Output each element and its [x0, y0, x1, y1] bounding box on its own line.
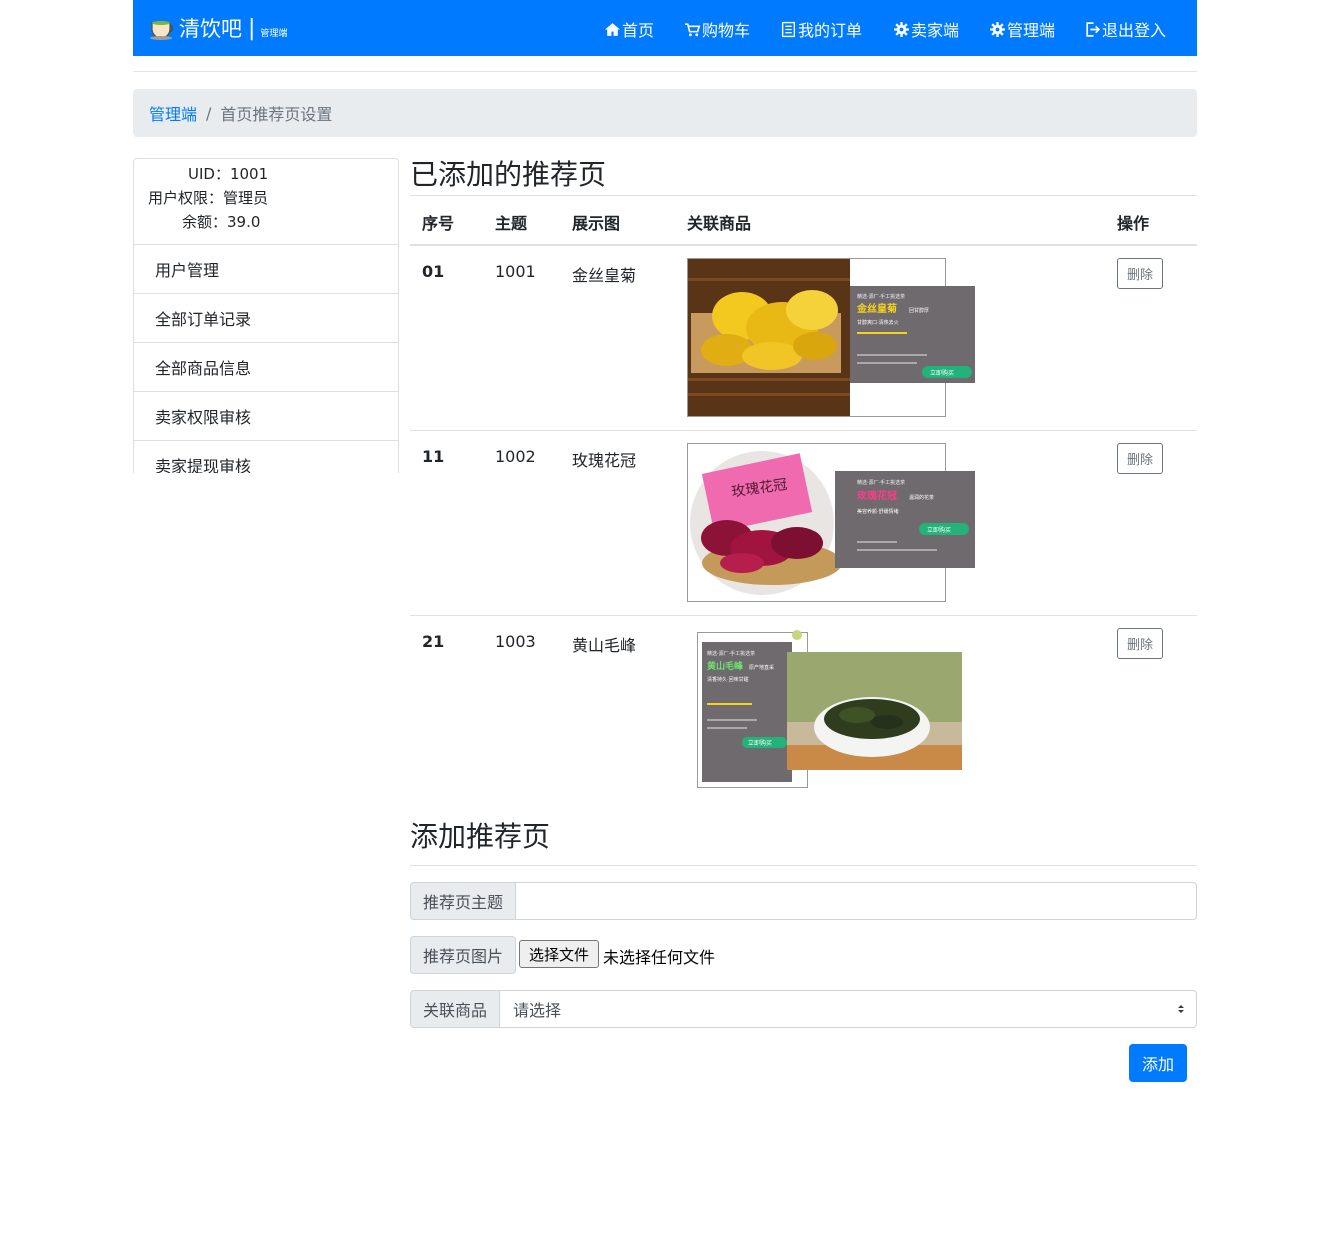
- banner-desc: 清香持久·回味甘甜: [707, 676, 749, 683]
- select-caret-icon: [1178, 1005, 1184, 1013]
- row-product: 玫瑰花冠: [572, 451, 637, 470]
- banner-line1: 精选·源厂·手工挑选茶: [857, 479, 905, 486]
- product-select[interactable]: 请选择: [499, 990, 1197, 1028]
- add-button[interactable]: 添加: [1129, 1044, 1187, 1082]
- brand-separator: |: [248, 15, 256, 41]
- row-theme: 1003: [495, 632, 536, 651]
- banner-product-name: 金丝皇菊: [856, 302, 897, 315]
- brand-subtitle: 管理端: [260, 28, 288, 39]
- brand-logo[interactable]: 清饮吧 | 管理端: [149, 10, 287, 46]
- banner-desc: 甘醇爽口·清热去火: [857, 319, 899, 326]
- delete-button[interactable]: 删除: [1117, 443, 1163, 474]
- table-header-divider: [410, 244, 1197, 246]
- form-section-title: 添加推荐页: [410, 820, 551, 853]
- banner-image-chrysanthemum: 精选·源厂·手工挑选茶 金丝皇菊 回甘醇厚 甘醇爽口·清热去火 立即购买: [687, 258, 975, 417]
- nav-my-orders-label: 我的订单: [798, 21, 863, 40]
- list-title-divider: [410, 195, 1197, 196]
- user-balance: 余额：39.0: [182, 213, 261, 231]
- banner-tag: 原产地直采: [749, 664, 774, 671]
- nav-cart-label: 购物车: [702, 21, 751, 40]
- product-select-value: 请选择: [513, 1001, 562, 1020]
- user-role: 用户权限：管理员: [148, 189, 269, 207]
- sidebar: UID：1001 用户权限：管理员 余额：39.0 用户管理 全部订单记录 全部…: [133, 158, 399, 473]
- banner-desc: 美容养颜·舒缓情绪: [857, 508, 899, 515]
- theme-input[interactable]: [515, 882, 1197, 920]
- sidebar-item-all-products[interactable]: 全部商品信息: [133, 342, 399, 392]
- image-field-label: 推荐页图片: [410, 936, 516, 974]
- list-section-title: 已添加的推荐页: [410, 158, 607, 191]
- delete-button[interactable]: 删除: [1117, 258, 1163, 289]
- banner-image-rose: 玫瑰花冠 精选·源厂·手工挑选茶 玫瑰花冠 温润的花茶 美容养颜·舒缓情绪 立即…: [687, 443, 975, 602]
- theme-field-label: 推荐页主题: [410, 882, 516, 920]
- banner-buy-label: 立即购买: [927, 526, 951, 534]
- col-header-product: 关联商品: [687, 214, 752, 233]
- row-divider: [410, 615, 1197, 616]
- nav-logout[interactable]: 退出登入: [1084, 17, 1166, 41]
- form-title-divider: [410, 865, 1197, 866]
- nav-logout-label: 退出登入: [1102, 21, 1167, 40]
- file-status-text: 未选择任何文件: [603, 948, 716, 967]
- sidebar-item-user-management[interactable]: 用户管理: [133, 244, 399, 294]
- row-theme: 1002: [495, 447, 536, 466]
- row-index: 11: [422, 447, 445, 466]
- row-divider: [410, 430, 1197, 431]
- sidebar-item-withdraw-approval[interactable]: 卖家提现审核: [133, 440, 399, 473]
- logout-icon: [1086, 21, 1101, 37]
- banner-product-name: 玫瑰花冠: [857, 489, 897, 502]
- gear-icon: [894, 21, 909, 37]
- nav-seller-label: 卖家端: [911, 21, 960, 40]
- row-product: 黄山毛峰: [572, 636, 637, 655]
- banner-line1: 精选·源厂·手工挑选茶: [707, 650, 755, 657]
- brand-name: 清饮吧: [179, 17, 242, 41]
- list-icon: [781, 21, 796, 37]
- nav-home-label: 首页: [622, 21, 655, 40]
- nav-cart[interactable]: 购物车: [684, 17, 750, 41]
- breadcrumb-root-link[interactable]: 管理端: [149, 101, 197, 125]
- home-icon: [605, 22, 620, 36]
- choose-file-button[interactable]: 选择文件: [519, 940, 599, 968]
- banner-product-name: 黄山毛峰: [707, 660, 744, 672]
- banner-line1: 精选·源厂·手工挑选茶: [857, 293, 905, 300]
- top-navbar: 清饮吧 | 管理端 首页 购物车 我的订单 卖家端 管理端 退出登入: [133, 0, 1197, 56]
- banner-image-maofeng: 精选·源厂·手工挑选茶 黄山毛峰 原产地直采 清香持久·回味甘甜 立即购买: [697, 630, 962, 788]
- banner-buy-label: 立即购买: [748, 739, 772, 747]
- col-header-theme: 主题: [495, 214, 528, 233]
- user-uid: UID：1001: [188, 165, 269, 183]
- nav-admin[interactable]: 管理端: [989, 17, 1055, 41]
- banner-tag: 温润的花茶: [909, 494, 934, 501]
- row-index: 21: [422, 632, 445, 651]
- gear-icon: [990, 21, 1005, 37]
- user-info-card: UID：1001 用户权限：管理员 余额：39.0: [133, 158, 399, 245]
- row-product: 金丝皇菊: [572, 266, 637, 285]
- col-header-image: 展示图: [572, 214, 621, 233]
- col-header-action: 操作: [1117, 214, 1150, 233]
- nav-my-orders[interactable]: 我的订单: [780, 17, 862, 41]
- breadcrumb-current: 首页推荐页设置: [220, 105, 333, 124]
- nav-seller[interactable]: 卖家端: [893, 17, 959, 41]
- row-theme: 1001: [495, 262, 536, 281]
- breadcrumb-separator: /: [206, 103, 212, 123]
- row-index: 01: [422, 262, 445, 281]
- sidebar-item-all-orders[interactable]: 全部订单记录: [133, 293, 399, 343]
- col-header-index: 序号: [422, 214, 455, 233]
- teacup-icon: [150, 21, 173, 40]
- nav-home[interactable]: 首页: [604, 17, 654, 41]
- banner-tag: 回甘醇厚: [909, 307, 929, 314]
- sidebar-item-seller-approval[interactable]: 卖家权限审核: [133, 391, 399, 441]
- nav-admin-label: 管理端: [1007, 21, 1056, 40]
- breadcrumb: 管理端 / 首页推荐页设置: [133, 89, 1197, 137]
- product-field-label: 关联商品: [410, 990, 500, 1028]
- cart-icon: [685, 22, 701, 36]
- delete-button[interactable]: 删除: [1117, 628, 1163, 659]
- banner-buy-label: 立即购买: [930, 369, 954, 377]
- header-divider: [133, 71, 1197, 72]
